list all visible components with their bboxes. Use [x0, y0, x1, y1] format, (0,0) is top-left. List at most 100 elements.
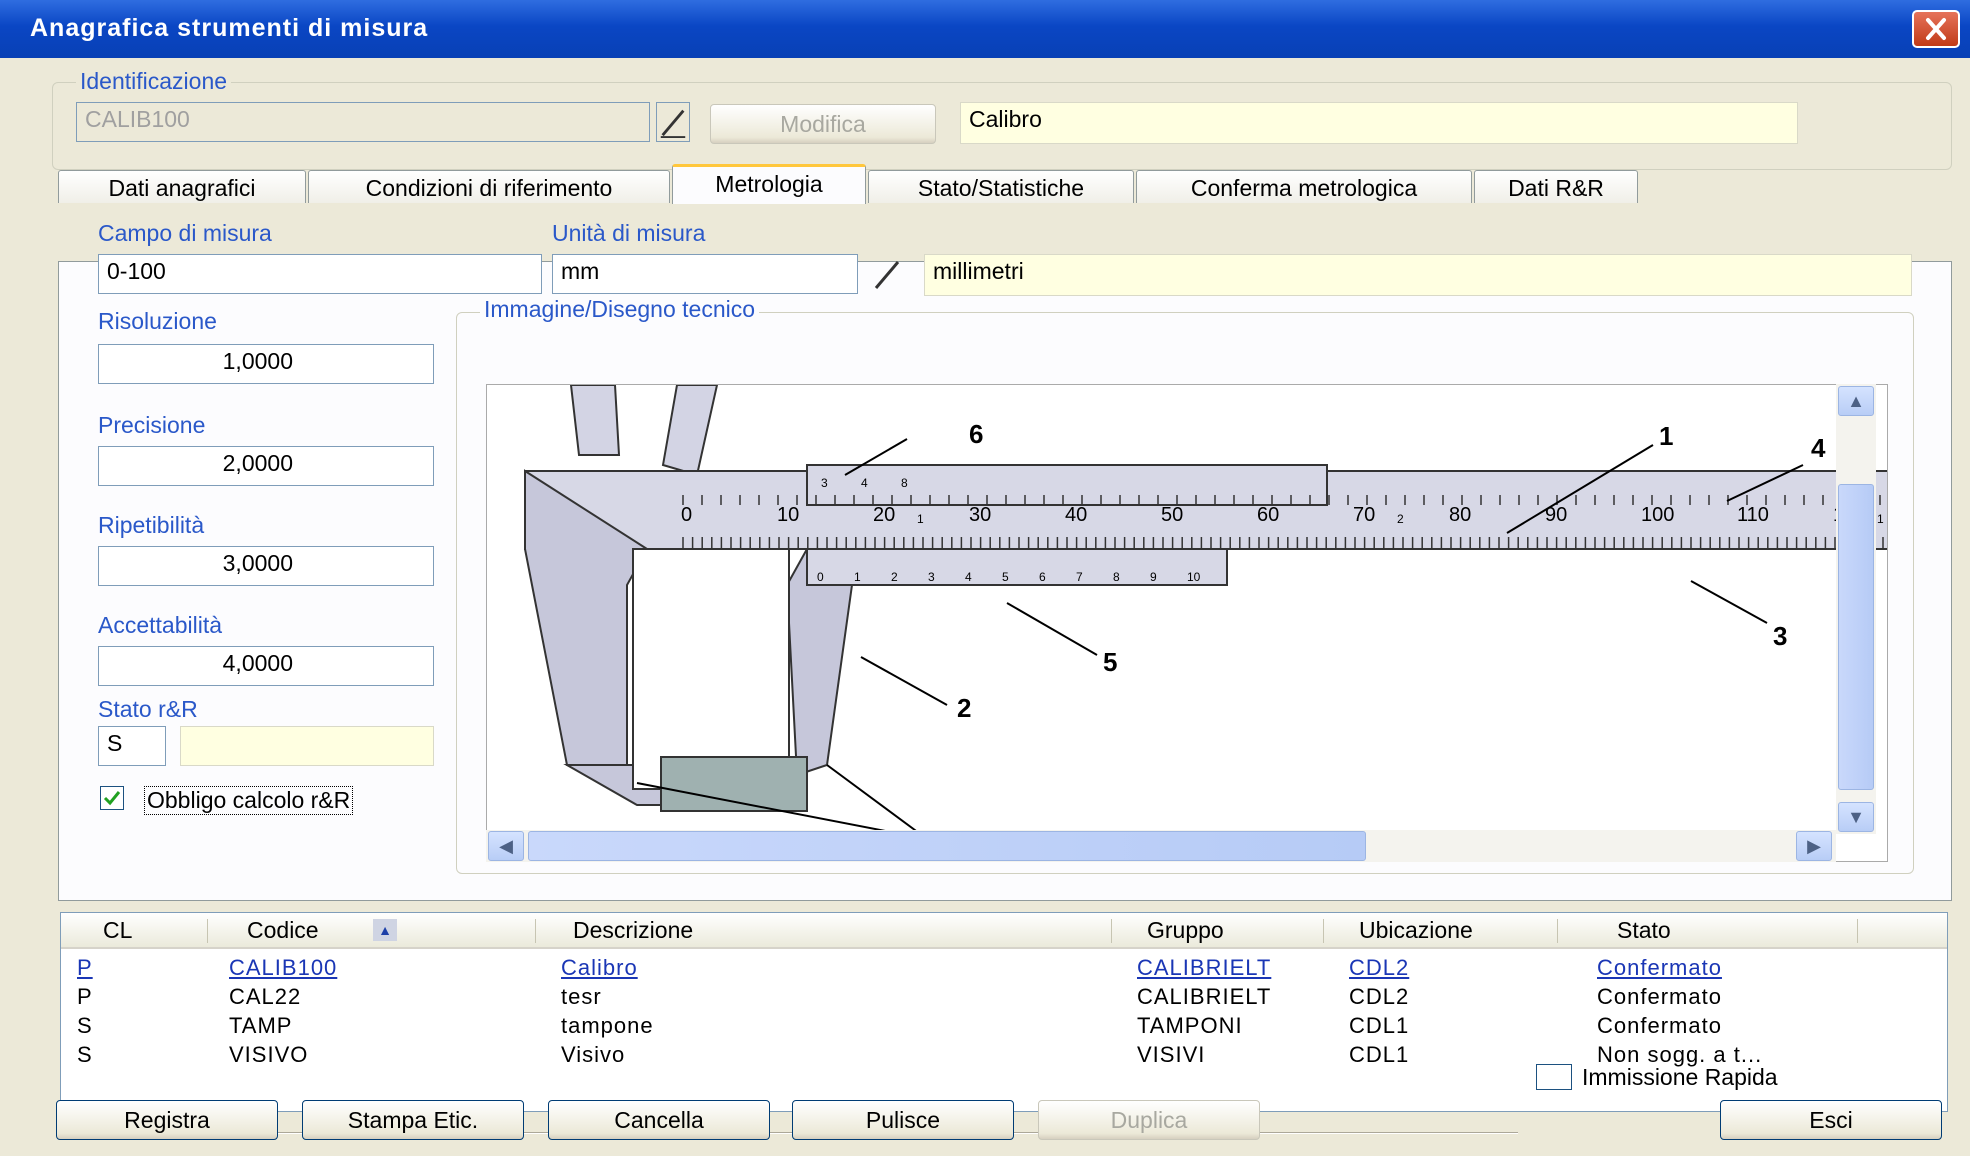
scale-label: 50 [1161, 504, 1183, 526]
image-horizontal-scrollbar[interactable]: ◀ ▶ [486, 830, 1836, 862]
scale-label: 4 [861, 476, 868, 490]
cell-codice: CALIB100 [229, 955, 338, 980]
app-window: Anagrafica strumenti di misura Identific… [0, 0, 1970, 1156]
column-header-ubicazione[interactable]: Ubicazione [1359, 917, 1473, 944]
vertical-scroll-thumb[interactable] [1838, 484, 1874, 790]
cancella-button[interactable]: Cancella [548, 1100, 770, 1140]
scale-label: 30 [969, 504, 991, 526]
scale-label: 3 [821, 476, 828, 490]
code-field[interactable]: CALIB100 [76, 102, 650, 142]
modify-button[interactable]: Modifica [710, 104, 936, 144]
cell-codice: CAL22 [229, 984, 302, 1009]
column-header-stato[interactable]: Stato [1617, 917, 1671, 944]
table-row[interactable]: P CALIB100 Calibro CALIBRIELT CDL2 Confermato [61, 955, 1947, 983]
cell-gruppo: TAMPONI [1137, 1013, 1243, 1038]
callout-label: 1 [1659, 421, 1673, 451]
scale-label: 2 [891, 570, 898, 584]
scroll-right-button[interactable]: ▶ [1796, 831, 1832, 861]
scale-label: 10 [777, 504, 799, 526]
scale-label: 0 [681, 504, 692, 526]
scale-label: 8 [1113, 570, 1120, 584]
cell-codice: TAMP [229, 1013, 293, 1038]
scroll-left-button[interactable]: ◀ [488, 831, 524, 861]
cell-gruppo: VISIVI [1137, 1042, 1206, 1067]
unita-picker-button[interactable] [870, 254, 904, 294]
obbligo-label[interactable]: Obbligo calcolo r&R [144, 786, 354, 815]
unita-description-field[interactable]: millimetri [924, 254, 1912, 296]
scale-label: 2 [1397, 512, 1404, 526]
caliper-drawing: 1 2 3 4 5 6 7 01020304050607080901001101… [524, 385, 1887, 861]
scale-label: 100 [1641, 504, 1674, 526]
cell-codice: VISIVO [229, 1042, 309, 1067]
cell-ubicazione: CDL2 [1349, 955, 1410, 980]
image-group-label: Immagine/Disegno tecnico [480, 296, 760, 323]
tab-condizioni-riferimento[interactable]: Condizioni di riferimento [308, 170, 670, 203]
pulisce-button[interactable]: Pulisce [792, 1100, 1014, 1140]
column-separator [1323, 919, 1324, 943]
scale-label: 90 [1545, 504, 1567, 526]
immissione-rapida-label[interactable]: Immissione Rapida [1582, 1064, 1778, 1091]
description-field[interactable]: Calibro [960, 102, 1798, 144]
column-header-cl[interactable]: CL [103, 917, 132, 944]
table-row[interactable]: S TAMP tampone TAMPONI CDL1 Confermato [61, 1013, 1947, 1041]
image-vertical-scrollbar[interactable]: ▲ ▼ [1836, 384, 1876, 834]
cell-cl: P [77, 955, 93, 980]
scroll-up-button[interactable]: ▲ [1838, 386, 1874, 416]
esci-button[interactable]: Esci [1720, 1100, 1942, 1140]
obbligo-checkbox[interactable] [100, 786, 124, 810]
campo-field[interactable]: 0-100 [98, 254, 542, 294]
scale-label: 60 [1257, 504, 1279, 526]
scale-label: 6 [1039, 570, 1046, 584]
table-row[interactable]: P CAL22 tesr CALIBRIELT CDL2 Confermato [61, 984, 1947, 1012]
registra-button[interactable]: Registra [56, 1100, 278, 1140]
unita-label: Unità di misura [552, 220, 706, 246]
cell-stato: Confermato [1597, 955, 1722, 980]
code-picker-button[interactable] [656, 102, 690, 142]
horizontal-scroll-thumb[interactable] [528, 831, 1366, 861]
scale-label: 20 [873, 504, 895, 526]
tab-conferma-metrologica[interactable]: Conferma metrologica [1136, 170, 1472, 203]
window-title: Anagrafica strumenti di misura [30, 14, 429, 42]
callout-label: 5 [1103, 647, 1117, 677]
accettabilita-field[interactable]: 4,0000 [98, 646, 434, 686]
column-header-descrizione[interactable]: Descrizione [573, 917, 693, 944]
column-header-codice[interactable]: Codice [247, 917, 319, 944]
tab-dati-anagrafici[interactable]: Dati anagrafici [58, 170, 306, 203]
dialog-body: Identificazione CALIB100 Modifica Calibr… [8, 58, 1962, 1156]
column-header-gruppo[interactable]: Gruppo [1147, 917, 1224, 944]
tab-metrologia[interactable]: Metrologia [672, 164, 866, 204]
duplica-button[interactable]: Duplica [1038, 1100, 1260, 1140]
callout-label: 4 [1811, 433, 1826, 463]
sort-ascending-icon: ▲ [373, 919, 397, 941]
scale-label: 3 [928, 570, 935, 584]
scale-label: 40 [1065, 504, 1087, 526]
stampa-etic-button[interactable]: Stampa Etic. [302, 1100, 524, 1140]
stato-rr-field[interactable]: S [98, 726, 166, 766]
scale-label: 7 [1076, 570, 1083, 584]
cell-descrizione: tampone [561, 1013, 654, 1038]
cell-gruppo: CALIBRIELT [1137, 984, 1272, 1009]
immissione-rapida-checkbox[interactable] [1536, 1064, 1572, 1090]
scale-label: 80 [1449, 504, 1471, 526]
stato-rr-description-field[interactable] [180, 726, 434, 766]
cell-cl: P [77, 984, 93, 1009]
stato-rr-label: Stato r&R [98, 696, 198, 722]
cell-ubicazione: CDL2 [1349, 984, 1410, 1009]
precisione-field[interactable]: 2,0000 [98, 446, 434, 486]
scale-label: 9 [1150, 570, 1157, 584]
cell-ubicazione: CDL1 [1349, 1042, 1410, 1067]
unita-field[interactable]: mm [552, 254, 858, 294]
cell-ubicazione: CDL1 [1349, 1013, 1410, 1038]
scroll-down-button[interactable]: ▼ [1838, 802, 1874, 832]
risoluzione-field[interactable]: 1,0000 [98, 344, 434, 384]
cell-cl: S [77, 1042, 93, 1067]
column-separator [1557, 919, 1558, 943]
close-button[interactable] [1912, 10, 1960, 48]
scale-label: 10 [1187, 570, 1201, 584]
tab-stato-statistiche[interactable]: Stato/Statistiche [868, 170, 1134, 203]
ripetibilita-field[interactable]: 3,0000 [98, 546, 434, 586]
title-bar[interactable]: Anagrafica strumenti di misura [0, 0, 1970, 58]
precisione-label: Precisione [98, 412, 206, 438]
tab-dati-rr[interactable]: Dati R&R [1474, 170, 1638, 203]
scale-label: 4 [965, 570, 972, 584]
